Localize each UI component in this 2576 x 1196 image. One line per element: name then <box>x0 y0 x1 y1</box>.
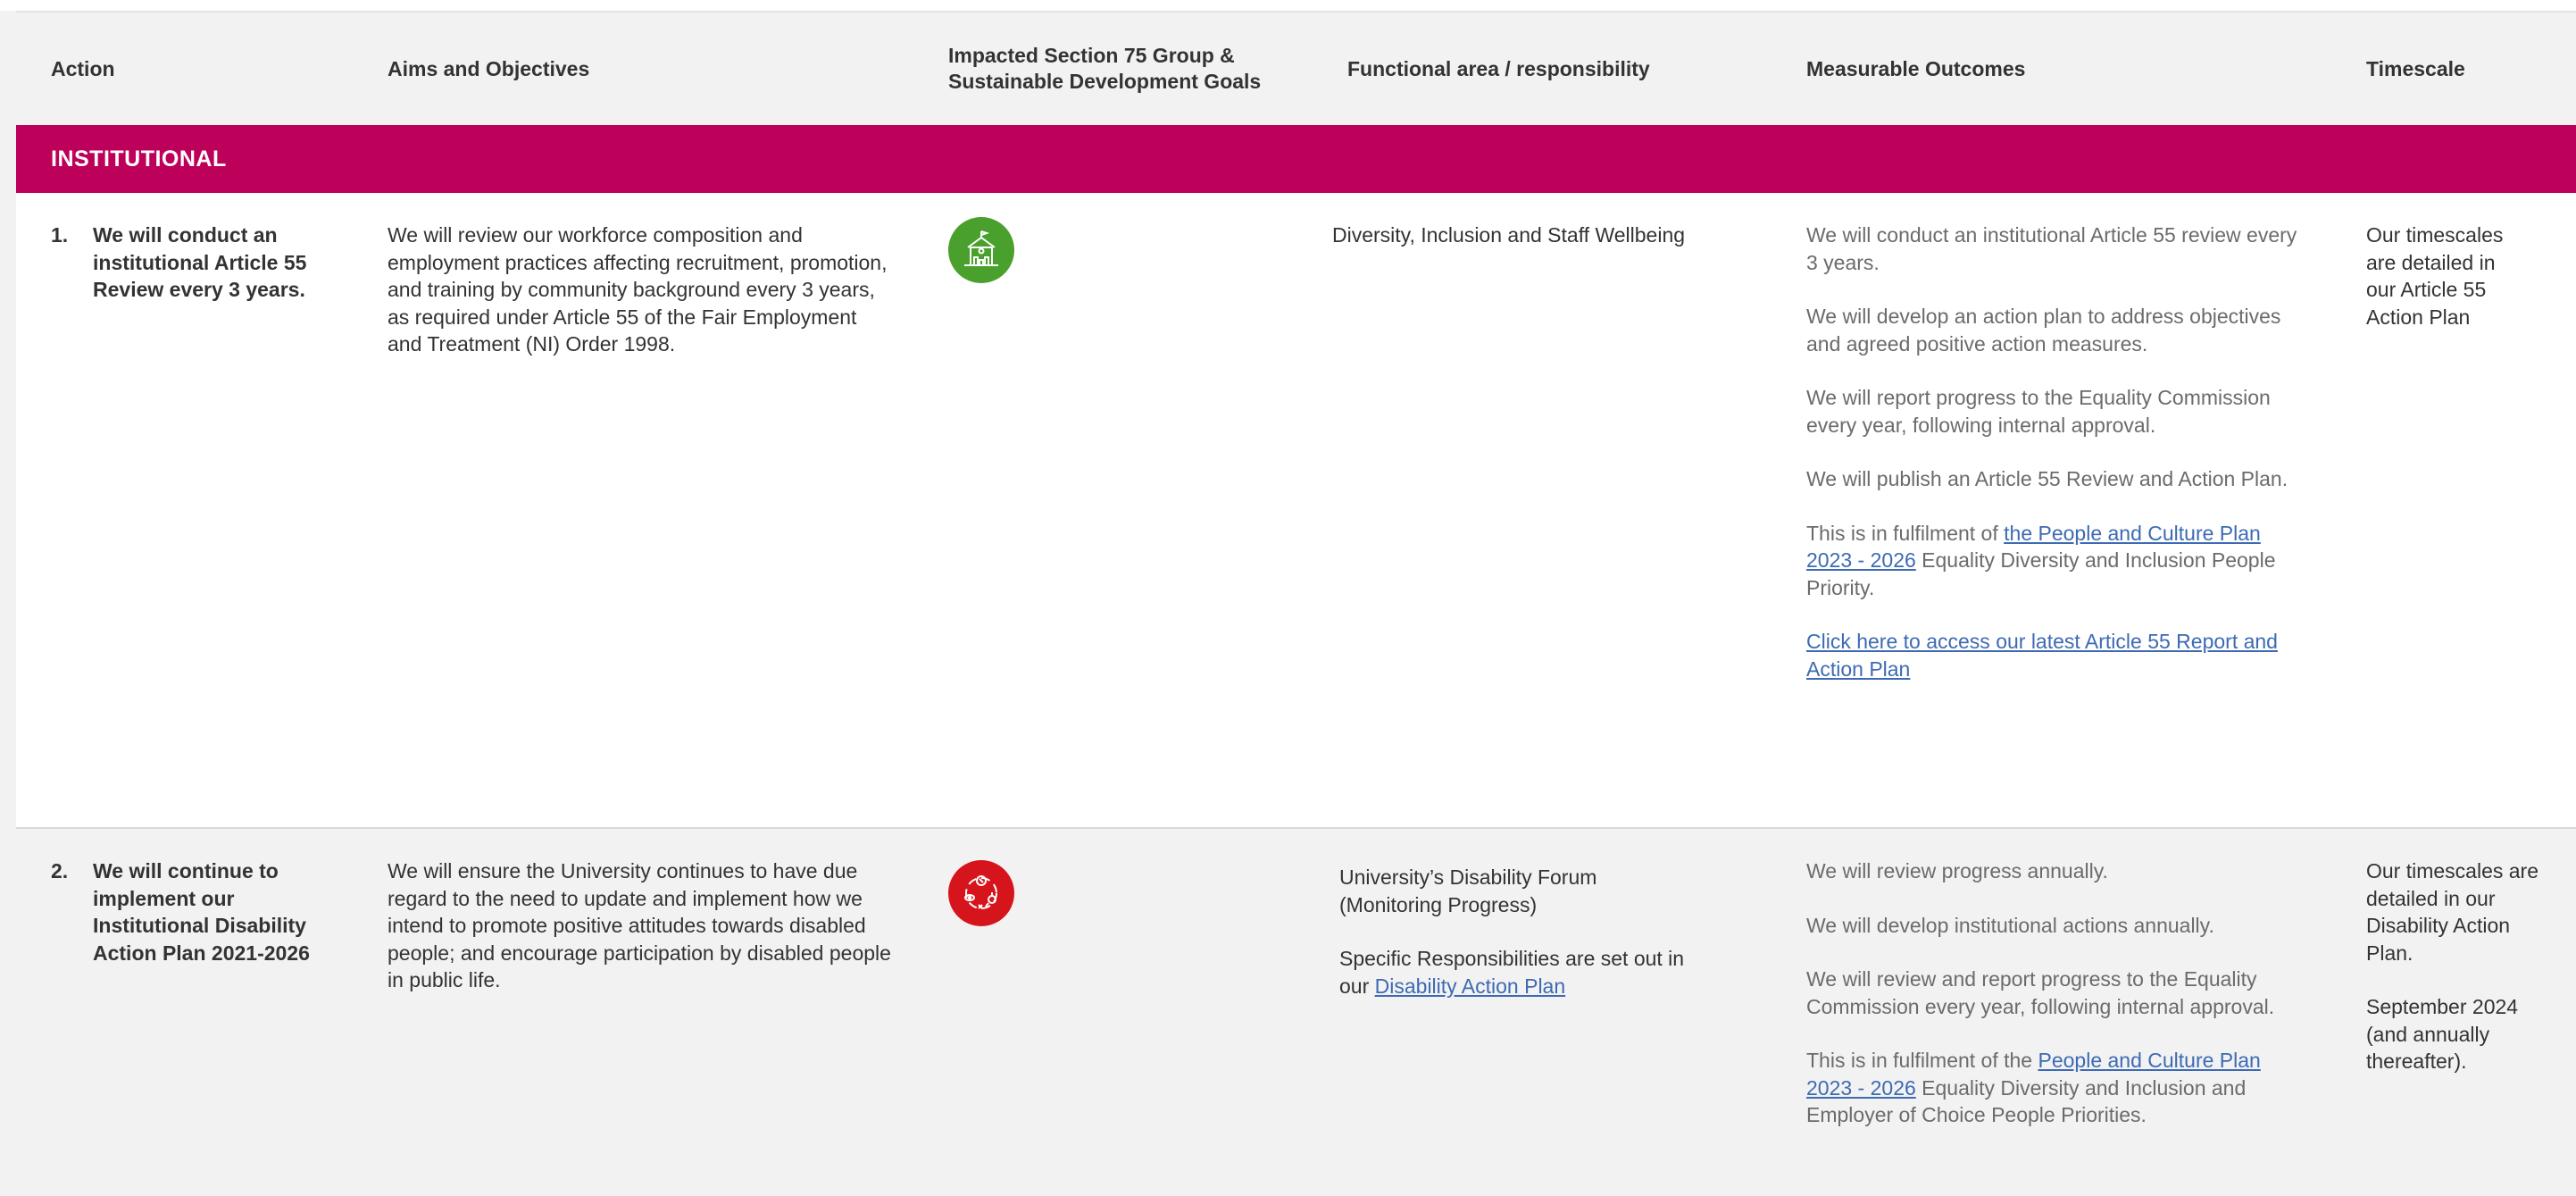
row-action: We will conduct an institutional Article… <box>93 223 307 301</box>
report-paragraph: Click here to access our latest Article … <box>1806 628 2311 682</box>
disability-action-plan-link[interactable]: Disability Action Plan <box>1375 974 1566 998</box>
outcome-item: We will report progress to the Equality … <box>1806 386 2271 437</box>
row-number: 1. <box>51 223 69 247</box>
header-impacted: Impacted Section 75 Group & Sustainable … <box>948 13 1261 125</box>
outcome-item: We will review progress annually. <box>1806 859 2108 882</box>
header-action: Action <box>51 56 115 80</box>
header-timescale: Timescale <box>2366 56 2465 80</box>
row-timescale: Our timescales are detailed in our Disab… <box>2366 857 2545 1102</box>
left-margin <box>0 11 16 1196</box>
row-action: We will continue to implement our Instit… <box>93 859 310 965</box>
row-number: 2. <box>51 859 69 882</box>
fulfilment-text: This is in fulfilment of the People and … <box>1806 1047 2311 1129</box>
school-building-icon <box>948 217 1014 283</box>
row-aims: We will review our workforce composition… <box>388 223 888 355</box>
row-aims: We will ensure the University continues … <box>388 859 891 991</box>
fulfilment-text: This is in fulfilment of the People and … <box>1806 520 2311 602</box>
header-outcomes: Measurable Outcomes <box>1806 56 2026 80</box>
row-outcomes: We will review progress annually. We wil… <box>1806 857 2311 1156</box>
disability-symbols-icon <box>948 860 1014 926</box>
fulfilment-prefix: This is in fulfilment of the <box>1806 1049 2038 1072</box>
section-title: INSTITUTIONAL <box>51 146 227 171</box>
row-functional-area: Diversity, Inclusion and Staff Wellbeing <box>1332 223 1686 247</box>
outcome-item: We will conduct an institutional Article… <box>1806 223 2297 274</box>
header-aims: Aims and Objectives <box>388 56 590 80</box>
timescale-date: September 2024 (and annually thereafter)… <box>2366 995 2519 1073</box>
table-header: Action Aims and Objectives Impacted Sect… <box>16 13 2576 125</box>
functional-forum: University’s Disability Forum (Monitorin… <box>1339 866 1597 916</box>
header-impacted-line2: Sustainable Development Goals <box>948 70 1262 93</box>
functional-responsibilities: Specific Responsibilities are set out in… <box>1339 945 1696 999</box>
fulfilment-prefix: This is in fulfilment of <box>1806 521 2005 545</box>
outcome-item: We will develop an action plan to addres… <box>1806 305 2281 355</box>
header-functional: Functional area / responsibility <box>1347 56 1650 80</box>
row-functional-area: University’s Disability Forum (Monitorin… <box>1339 864 1696 1026</box>
header-impacted-line1: Impacted Section 75 Group & <box>948 44 1235 67</box>
section-band-institutional: INSTITUTIONAL <box>16 125 2576 193</box>
row-outcomes: We will conduct an institutional Article… <box>1806 222 2311 709</box>
row-timescale: Our timescales are detailed in our Artic… <box>2366 223 2504 329</box>
article-55-report-link[interactable]: Click here to access our latest Article … <box>1806 630 2278 681</box>
outcome-item: We will develop institutional actions an… <box>1806 913 2214 937</box>
outcome-item: We will review and report progress to th… <box>1806 967 2275 1018</box>
table-row: 1. We will conduct an institutional Arti… <box>16 193 2576 827</box>
table-row: 2. We will continue to implement our Ins… <box>16 829 2576 1196</box>
timescale-detail: Our timescales are detailed in our Disab… <box>2366 859 2539 965</box>
outcome-item: We will publish an Article 55 Review and… <box>1806 467 2288 490</box>
